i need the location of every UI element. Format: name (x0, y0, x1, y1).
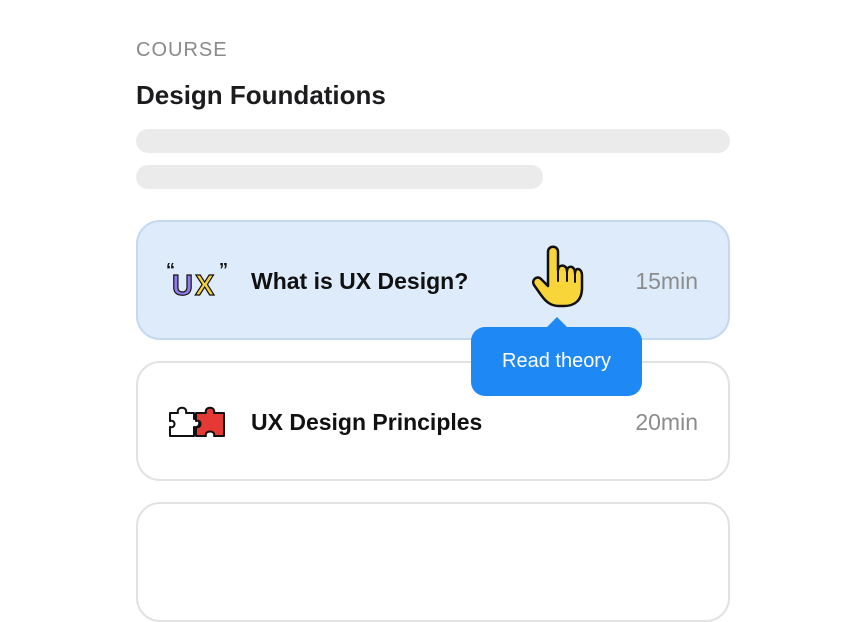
lesson-title: What is UX Design? (251, 268, 469, 294)
lesson-duration: 15min (635, 268, 698, 294)
tooltip-label: Read theory (502, 350, 611, 372)
svg-text:”: ” (219, 262, 228, 280)
course-eyebrow: COURSE (136, 39, 228, 61)
lesson-title: UX Design Principles (251, 409, 483, 435)
description-placeholder-line-1 (136, 129, 730, 153)
read-theory-tooltip[interactable]: Read theory (471, 317, 642, 396)
svg-text:U: U (172, 270, 193, 298)
puzzle-icon (169, 406, 225, 437)
ux-quote-icon: “ U X ” (166, 262, 228, 298)
description-placeholder-line-2 (136, 165, 543, 189)
lesson-duration: 20min (635, 409, 698, 435)
pointing-hand-cursor-icon (532, 245, 584, 308)
course-title: Design Foundations (136, 80, 386, 110)
svg-text:X: X (195, 270, 215, 298)
lesson-card-partial[interactable] (136, 502, 730, 622)
lesson-card-what-is-ux[interactable]: “ U X ” What is UX Design? 15min (136, 220, 730, 340)
